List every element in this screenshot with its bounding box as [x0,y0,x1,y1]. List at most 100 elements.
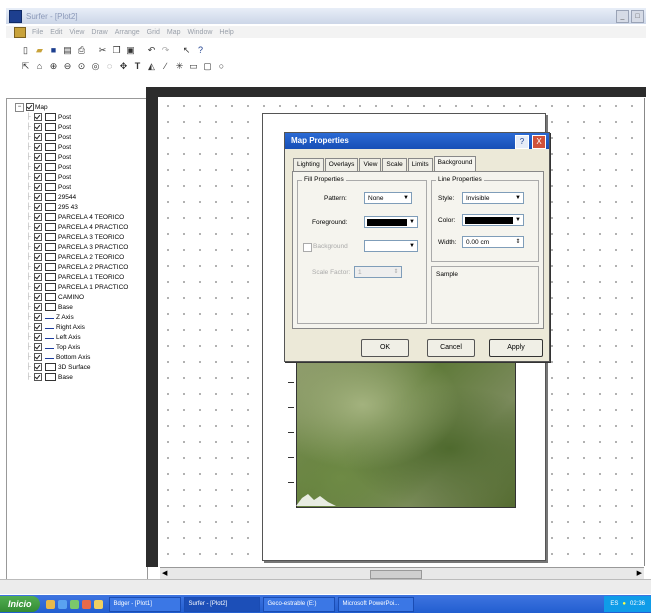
visibility-checkbox[interactable] [34,243,42,251]
visibility-checkbox[interactable] [34,363,42,371]
chevron-down-icon[interactable]: ▼ [407,241,417,251]
antivirus-icon[interactable]: ● [622,601,626,607]
document-menu-icon[interactable] [14,26,26,38]
menu-arrange[interactable]: Arrange [115,29,140,36]
visibility-checkbox[interactable] [34,163,42,171]
quick-launch-browser-icon[interactable] [57,599,67,609]
polyline-icon[interactable]: ∕ [160,61,171,72]
minimize-button[interactable]: _ [616,10,629,23]
tree-node[interactable]: ├ PARCELA 2 PRACTICO [15,262,128,272]
visibility-checkbox[interactable] [34,303,42,311]
tree-node[interactable]: ├ 3D Surface [15,362,128,372]
line-width-spinner[interactable]: 0.00 cm ⇕ [462,236,524,248]
menu-draw[interactable]: Draw [91,29,107,36]
tree-node[interactable]: ├ PARCELA 3 PRACTICO [15,242,128,252]
visibility-checkbox[interactable] [34,183,42,191]
tree-node[interactable]: ├ Post [15,152,128,162]
visibility-checkbox[interactable] [34,373,42,381]
visibility-checkbox[interactable] [34,223,42,231]
tree-node[interactable]: ├ Base [15,372,128,382]
horizontal-scrollbar[interactable]: ◀ ▶ [160,567,644,579]
visibility-checkbox[interactable] [34,253,42,261]
quick-launch-app-icon[interactable] [81,599,91,609]
tree-node[interactable]: − Map [15,102,324,470]
tree-node[interactable]: ├ Post [15,142,128,152]
ok-button[interactable]: OK [361,339,409,357]
tree-node[interactable]: ├ PARCELA 2 TEORICO [15,252,128,262]
clock[interactable]: 02:36 [630,601,645,607]
copy-icon[interactable]: ❐ [111,45,122,56]
apply-button[interactable]: Apply [489,339,543,357]
symbol-icon[interactable]: ✳ [174,61,185,72]
new-file-icon[interactable]: ▯ [20,45,31,56]
tree-node[interactable]: ├ Post [15,162,128,172]
visibility-checkbox[interactable] [34,273,42,281]
select-arrow-icon[interactable]: ⇱ [20,61,31,72]
rounded-rect-icon[interactable]: ▢ [202,61,213,72]
visibility-checkbox[interactable] [34,343,42,351]
tab-scale[interactable]: Scale [382,158,407,171]
tree-node[interactable]: ├ Right Axis [15,322,128,332]
visibility-checkbox[interactable] [34,113,42,121]
tab-background[interactable]: Background [433,156,477,171]
visibility-checkbox[interactable] [34,333,42,341]
text-icon[interactable]: T [132,61,143,72]
spreadsheet-icon[interactable]: ▤ [62,45,73,56]
taskbar-item-bdger[interactable]: Bdger - [Plot1] [108,596,181,612]
visibility-checkbox[interactable] [34,313,42,321]
visibility-checkbox[interactable] [26,103,34,111]
tree-node[interactable]: ├ PARCELA 4 PRACTICO [15,222,128,232]
polygon-icon[interactable]: ◭ [146,61,157,72]
tab-view[interactable]: View [359,158,382,171]
scroll-left-icon[interactable]: ◀ [162,569,167,577]
menu-edit[interactable]: Edit [50,29,62,36]
visibility-checkbox[interactable] [34,193,42,201]
save-icon[interactable]: ■ [48,45,59,56]
visibility-checkbox[interactable] [34,213,42,221]
tree-node[interactable]: ├ Base [15,302,128,312]
visibility-checkbox[interactable] [34,133,42,141]
zoom-page-icon[interactable]: ⊙ [76,61,87,72]
open-folder-icon[interactable]: ▰ [34,45,45,56]
visibility-checkbox[interactable] [34,353,42,361]
cancel-button[interactable]: Cancel [427,339,475,357]
visibility-checkbox[interactable] [34,173,42,181]
tree-node[interactable]: ├ 295 43 [15,202,128,212]
quick-launch-messenger-icon[interactable] [93,599,103,609]
tree-node[interactable]: ├ Post [15,122,128,132]
chevron-down-icon[interactable]: ▼ [401,193,411,203]
tab-overlays[interactable]: Overlays [324,158,359,171]
visibility-checkbox[interactable] [34,153,42,161]
visibility-checkbox[interactable] [34,323,42,331]
scroll-right-icon[interactable]: ▶ [637,569,642,577]
spinner-arrows-icon[interactable]: ⇕ [513,237,523,247]
tree-node[interactable]: ├ Top Axis [15,342,128,352]
print-icon[interactable]: ⎙ [76,45,87,56]
visibility-checkbox[interactable] [34,203,42,211]
visibility-checkbox[interactable] [34,263,42,271]
menu-view[interactable]: View [69,29,84,36]
visibility-checkbox[interactable] [34,123,42,131]
visibility-checkbox[interactable] [34,283,42,291]
dialog-close-button[interactable]: X [532,135,546,149]
spinner-arrows-icon[interactable]: ⇕ [391,267,401,277]
tree-node[interactable]: ├ CAMINO [15,292,128,302]
visibility-checkbox[interactable] [34,293,42,301]
tab-limits[interactable]: Limits [407,158,433,171]
zoom-fit-icon[interactable]: ◎ [90,61,101,72]
menu-file[interactable]: File [32,29,43,36]
tree-node[interactable]: ├ Post [15,132,128,142]
taskbar-item-disk[interactable]: Geco-estrable (E:) [262,596,335,612]
start-button[interactable]: Inicio [0,596,40,612]
tree-node[interactable]: ├ PARCELA 1 PRACTICO [15,282,128,292]
foreground-color-select[interactable]: ▼ [364,216,418,228]
tree-node[interactable]: ├ Post [15,172,128,182]
cut-icon[interactable]: ✂ [97,45,108,56]
tree-node[interactable]: ├ PARCELA 4 TEORICO [15,212,128,222]
tab-lighting[interactable]: Lighting [293,158,324,171]
chevron-down-icon[interactable]: ▼ [513,193,523,203]
undo-icon[interactable]: ↶ [146,45,157,56]
tree-node[interactable]: ├ Left Axis [15,332,128,342]
taskbar-item-powerpoint[interactable]: Microsoft PowerPoi... [337,596,414,612]
tree-node[interactable]: ├ Z Axis [15,312,128,322]
